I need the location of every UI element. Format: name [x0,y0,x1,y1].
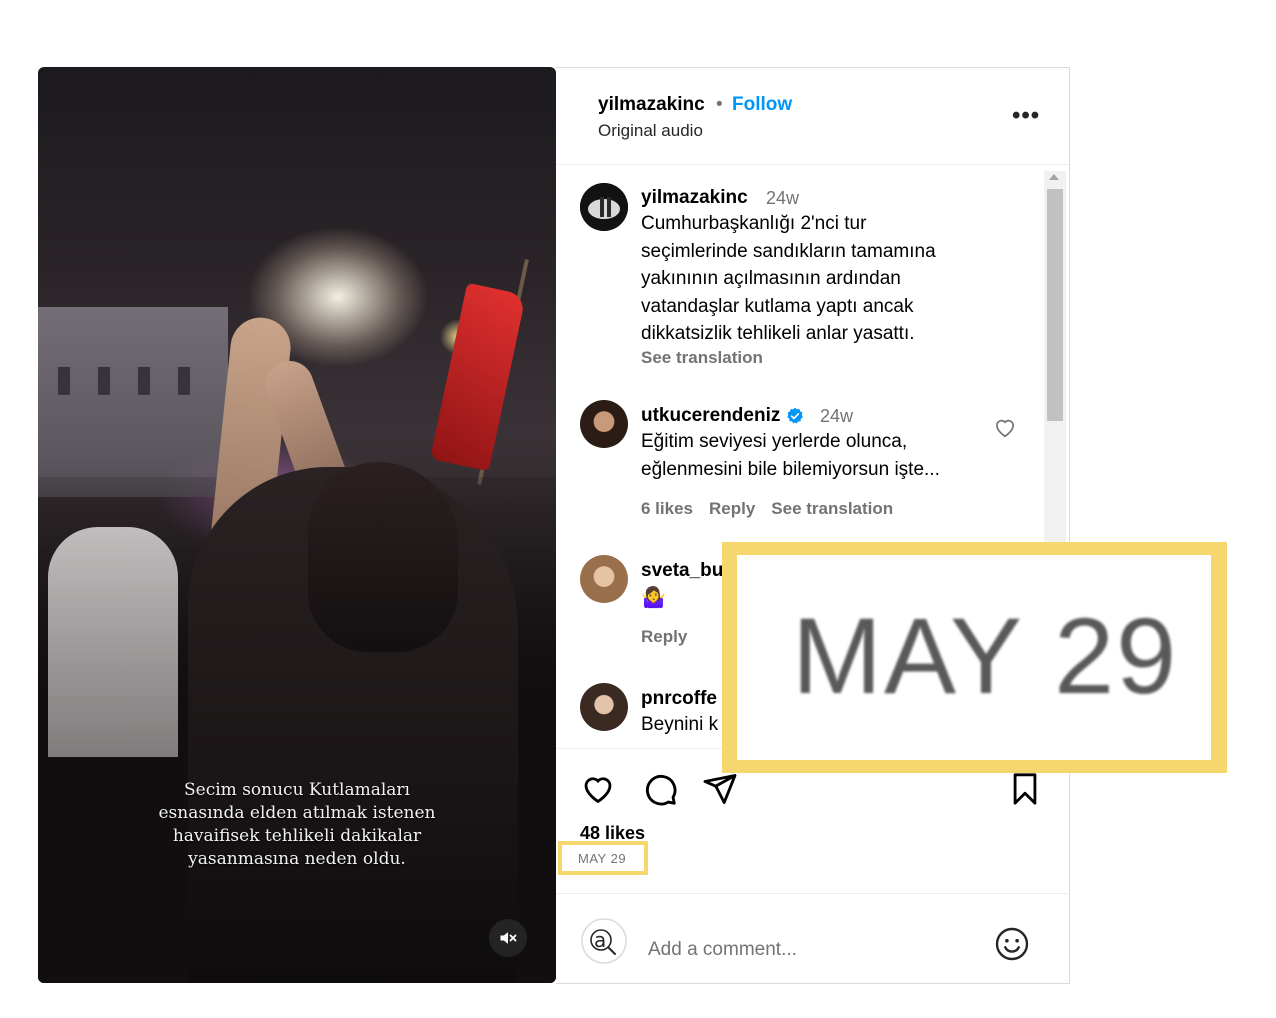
scroll-up-arrow-icon[interactable] [1049,174,1059,180]
date-zoom-callout: MAY 29 [722,542,1227,773]
avatar[interactable] [580,555,628,603]
video-person-shirt [48,527,178,757]
comment-username[interactable]: yilmazakinc [641,187,748,209]
avatar[interactable] [580,183,628,231]
comment-meta: 6 likes Reply See translation [641,499,909,519]
comment-time[interactable]: 24w [820,406,853,427]
video-caption: Secim sonucu Kutlamaları esnasında elden… [38,779,556,871]
follow-button[interactable]: Follow [732,94,792,116]
comment-username[interactable]: pnrcoffe [641,688,717,710]
caption-line: yasanmasına neden oldu. [188,849,406,869]
comment-username[interactable]: sveta_bu [641,560,723,582]
caption-line: havaifisek tehlikeli dakikalar [172,826,422,846]
post-actions: 48 likes MAY 29 a Add a comment... [556,748,1069,984]
likes-count[interactable]: 48 likes [580,823,645,841]
header-separator: • [716,94,723,115]
see-translation-link[interactable]: See translation [641,348,763,368]
comment-username[interactable]: utkucerendeniz [641,405,804,427]
comment-line: dikkatsizlik tehlikeli anlar yasattı. [641,323,915,344]
speaker-muted-icon [500,932,517,944]
post-date[interactable]: MAY 29 [578,851,626,866]
comment-line: Eğitim seviyesi yerlerde olunca, [641,431,908,452]
verified-badge-icon [787,407,803,424]
video-building [38,307,228,497]
comment-text: Eğitim seviyesi yerlerde olunca, eğlenme… [641,428,991,483]
avatar[interactable] [580,683,628,731]
audio-link[interactable]: Original audio [598,121,703,141]
reply-button[interactable]: Reply [641,627,687,647]
save-bookmark-icon[interactable] [1008,771,1042,807]
caption-line: esnasında elden atılmak istenen [158,803,436,823]
add-comment-input[interactable]: Add a comment... [648,939,797,961]
comment-username-text: utkucerendeniz [641,405,781,426]
reel-video[interactable]: Secim sonucu Kutlamaları esnasında elden… [38,67,556,983]
post-header: yilmazakinc • Follow Original audio ••• [556,68,1069,165]
comment-line: vatandaşlar kutlama yaptı ancak [641,295,914,317]
turkish-flag [429,282,527,472]
comment-bubble-icon[interactable] [642,771,678,807]
person-head [308,462,458,652]
mute-button[interactable] [489,919,527,957]
comment-likes[interactable]: 6 likes [641,499,693,518]
reply-button[interactable]: Reply [709,499,755,518]
scroll-thumb[interactable] [1047,189,1063,421]
emoji-icon[interactable] [994,926,1030,962]
comment-line: Cumhurbaşkanlığı 2'nci tur [641,213,867,234]
caption-line: Secim sonucu Kutlamaları [184,780,410,800]
comment-line: eğlenmesini bile bilemiyorsun işte... [641,458,940,480]
comment-line: seçimlerinde sandıkların tamamına [641,240,936,262]
zoom-inner: MAY 29 [737,555,1211,760]
share-send-icon[interactable] [702,771,738,807]
see-translation-link[interactable]: See translation [771,499,893,518]
avatar[interactable] [580,400,628,448]
comment-line: yakınının açılmasının ardından [641,268,901,289]
avatar-image [580,183,628,231]
like-comment-heart-icon[interactable] [992,414,1018,440]
comment-text: Cumhurbaşkanlığı 2'nci tur seçimlerinde … [641,210,991,348]
author-username[interactable]: yilmazakinc [598,94,705,116]
more-options-button[interactable]: ••• [1012,102,1040,130]
comment-emoji: 🤷‍♀️ [641,587,666,609]
post-panel: yilmazakinc • Follow Original audio ••• … [556,67,1070,984]
zoomed-date: MAY 29 [792,595,1179,716]
add-comment-row: a Add a comment... [556,893,1069,984]
comment-time[interactable]: 24w [766,188,799,209]
like-heart-icon[interactable] [580,771,616,807]
threads-mention-icon[interactable]: a [580,917,628,965]
